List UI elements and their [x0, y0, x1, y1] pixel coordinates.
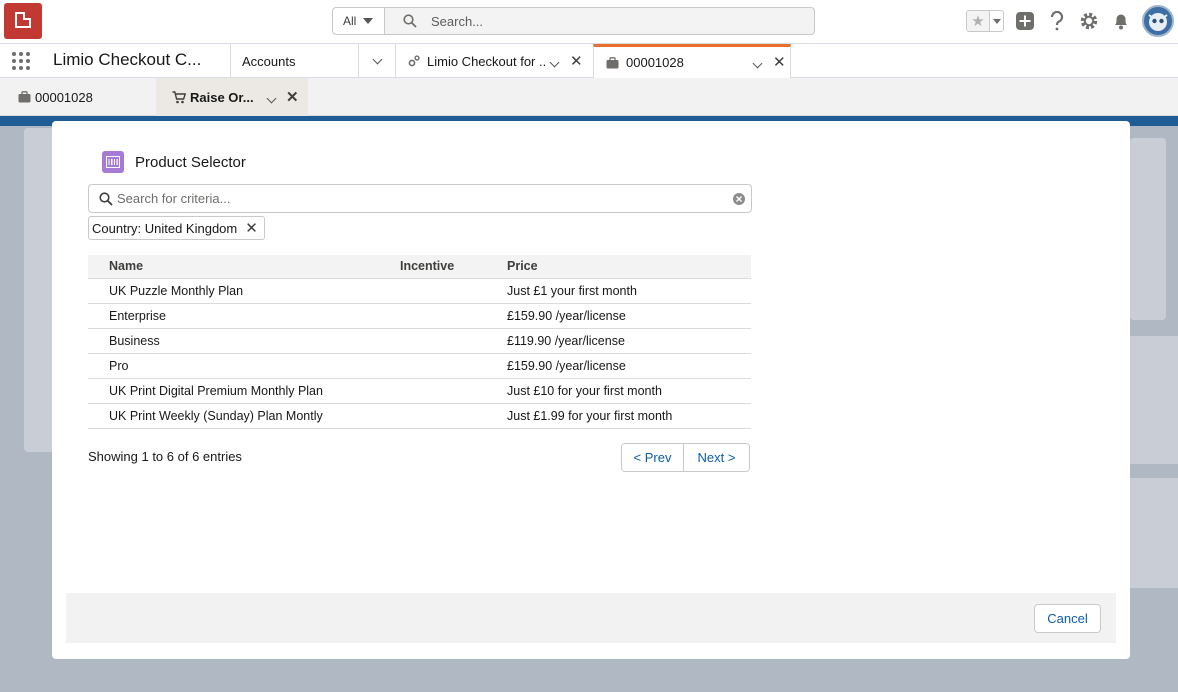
product-incentive [400, 303, 507, 329]
navigation-bar: Limio Checkout C... Accounts Limio Check… [0, 44, 1178, 78]
prev-page-button[interactable]: < Prev [622, 444, 684, 471]
close-subtab-icon[interactable]: ✕ [286, 90, 299, 105]
product-name[interactable]: UK Print Digital Premium Monthly Plan [88, 378, 400, 404]
tab-case-menu[interactable] [752, 55, 763, 70]
help-icon[interactable] [1046, 10, 1068, 32]
cancel-button[interactable]: Cancel [1034, 604, 1101, 633]
product-price: £159.90 /year/license [507, 353, 751, 379]
product-incentive [400, 278, 507, 304]
global-header: All Search... ★ [0, 0, 1178, 44]
subtab-case-label: 00001028 [35, 89, 93, 105]
table-row[interactable]: Business £119.90 /year/license [88, 328, 751, 354]
background-card-right-lower [1130, 336, 1178, 464]
product-name[interactable]: Enterprise [88, 303, 400, 329]
case-briefcase-icon [606, 56, 619, 68]
tab-limio-label: Limio Checkout for ... [427, 53, 545, 69]
pagination-controls: < Prev Next > [621, 443, 750, 472]
remove-filter-icon[interactable]: ✕ [245, 221, 258, 236]
product-price: Just £1 your first month [507, 278, 751, 304]
table-header-row: Name Incentive Price [88, 255, 751, 279]
search-icon [403, 14, 417, 28]
search-scope-label: All [343, 14, 357, 28]
favorites-dropdown-icon[interactable] [989, 11, 1003, 31]
criteria-search-input[interactable] [117, 188, 717, 209]
global-create-icon[interactable] [1014, 10, 1036, 32]
subtab-raise-label: Raise Or... [190, 89, 254, 105]
product-selector-modal: Product Selector Country: United Kingdom… [52, 121, 1130, 659]
modal-footer: Cancel [66, 593, 1116, 643]
product-table: Name Incentive Price UK Puzzle Monthly P… [88, 255, 751, 429]
gears-icon [408, 55, 420, 67]
table-row[interactable]: Enterprise £159.90 /year/license [88, 303, 751, 329]
tab-accounts-dropdown[interactable] [358, 44, 395, 78]
product-incentive [400, 403, 507, 429]
product-incentive [400, 353, 507, 379]
subtab-raise-menu[interactable] [266, 90, 277, 105]
chevron-down-icon [266, 93, 277, 103]
modal-title: Product Selector [135, 153, 246, 171]
subtab-case-00001028[interactable]: 00001028 [0, 78, 156, 116]
caret-down-icon [363, 18, 374, 24]
setup-gear-icon[interactable] [1078, 10, 1100, 32]
product-price: £159.90 /year/license [507, 303, 751, 329]
product-incentive [400, 328, 507, 354]
app-launcher-icon[interactable] [12, 52, 32, 70]
search-scope-dropdown[interactable]: All [333, 8, 385, 34]
chevron-down-icon [549, 57, 560, 67]
product-name[interactable]: Business [88, 328, 400, 354]
header-utility-icons: ★ [966, 5, 1174, 37]
product-price: Just £10 for your first month [507, 378, 751, 404]
table-row[interactable]: UK Print Digital Premium Monthly Plan Ju… [88, 378, 751, 404]
tab-limio-checkout[interactable]: Limio Checkout for ... ✕ [395, 44, 593, 78]
tab-accounts[interactable]: Accounts [230, 44, 358, 78]
product-price: £119.90 /year/license [507, 328, 751, 354]
search-icon [99, 192, 113, 206]
tab-limio-menu[interactable] [549, 54, 560, 69]
app-logo[interactable] [4, 3, 42, 39]
filter-pill-label: Country: United Kingdom [92, 220, 238, 236]
global-search-input[interactable]: Search... [431, 14, 483, 29]
chevron-down-icon [372, 54, 382, 64]
table-row[interactable]: Pro £159.90 /year/license [88, 353, 751, 379]
user-avatar[interactable] [1142, 5, 1174, 37]
table-row[interactable]: UK Print Weekly (Sunday) Plan Montly Jus… [88, 403, 751, 429]
close-tab-icon[interactable]: ✕ [773, 55, 786, 70]
chevron-down-icon [752, 58, 763, 69]
favorites-star-icon[interactable]: ★ [967, 11, 989, 31]
clear-search-icon[interactable] [733, 193, 745, 205]
subtab-raise-order[interactable]: Raise Or... ✕ [156, 78, 308, 116]
tab-accounts-label: Accounts [242, 53, 296, 69]
product-name[interactable]: UK Puzzle Monthly Plan [88, 278, 400, 304]
product-name[interactable]: Pro [88, 353, 400, 379]
product-incentive [400, 378, 507, 404]
column-header-name[interactable]: Name [88, 255, 400, 279]
cart-icon [172, 90, 186, 103]
background-card-right [1130, 138, 1166, 320]
case-briefcase-icon [18, 91, 31, 103]
product-name[interactable]: UK Print Weekly (Sunday) Plan Montly [88, 403, 400, 429]
next-page-button[interactable]: Next > [684, 444, 749, 471]
criteria-search-box [88, 184, 752, 213]
product-price: Just £1.99 for your first month [507, 403, 751, 429]
tab-case-label: 00001028 [626, 55, 684, 70]
product-catalog-icon [102, 151, 124, 173]
subtab-bar: 00001028 Raise Or... ✕ [0, 78, 1178, 116]
background-card-left [24, 128, 54, 452]
notifications-bell-icon[interactable] [1110, 10, 1132, 32]
background-card-right-bottom [1130, 478, 1178, 588]
column-header-price[interactable]: Price [507, 255, 751, 279]
global-search[interactable]: All Search... [332, 7, 815, 35]
close-tab-icon[interactable]: ✕ [570, 54, 583, 69]
tab-case-00001028[interactable]: 00001028 ✕ [593, 44, 791, 78]
pagination-summary: Showing 1 to 6 of 6 entries [88, 449, 242, 464]
limio-logo-icon [15, 12, 31, 28]
app-name: Limio Checkout C... [53, 50, 202, 69]
filter-pill-country: Country: United Kingdom ✕ [88, 216, 265, 240]
modal-header: Product Selector [102, 151, 246, 173]
column-header-incentive[interactable]: Incentive [400, 255, 507, 279]
table-row[interactable]: UK Puzzle Monthly Plan Just £1 your firs… [88, 278, 751, 304]
favorites-group: ★ [966, 10, 1004, 32]
